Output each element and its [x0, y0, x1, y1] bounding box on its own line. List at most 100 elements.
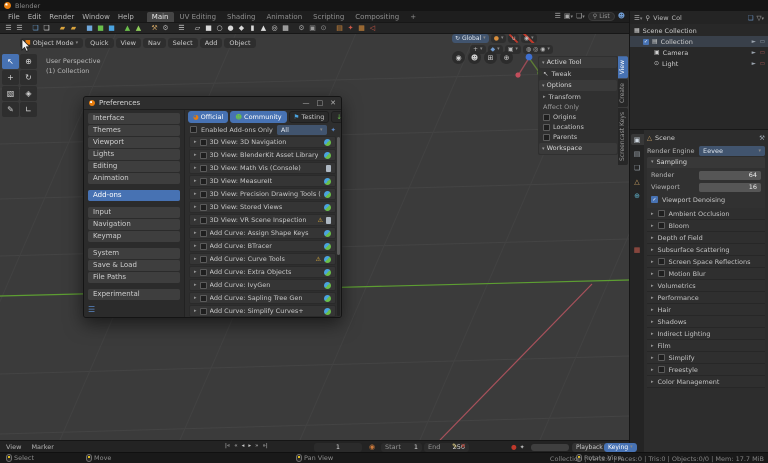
expand-icon[interactable]: ▸	[194, 165, 197, 171]
addon-enable-checkbox[interactable]	[200, 308, 207, 315]
render-section-row[interactable]: ▸ Subsurface Scattering	[647, 244, 765, 256]
rotate-tool[interactable]: ↻	[20, 70, 37, 85]
clear-icon[interactable]: ✕	[460, 442, 465, 450]
workspace-tab[interactable]: Animation	[261, 12, 307, 22]
camera-row[interactable]: ✓ ▣ Camera ► ▭	[630, 47, 768, 58]
play-button[interactable]: ▸	[247, 442, 252, 451]
render-section-row[interactable]: ▸ Film	[647, 340, 765, 352]
mesh-uvsphere-icon[interactable]: ●	[225, 23, 236, 33]
section-checkbox[interactable]	[658, 366, 665, 373]
render-section-row[interactable]: ▸ Volumetrics	[647, 280, 765, 292]
minimize-button[interactable]: —	[303, 99, 310, 107]
viewport-menu-item[interactable]: Select	[168, 38, 198, 48]
addon-enable-checkbox[interactable]	[200, 191, 207, 198]
save-icon[interactable]: ■	[84, 23, 95, 33]
lattice-icon[interactable]: ▤	[334, 23, 345, 33]
render-section-row[interactable]: ▸ Motion Blur	[647, 268, 765, 280]
section-checkbox[interactable]	[658, 258, 665, 265]
install-button[interactable]: ↓Install...	[331, 111, 342, 123]
document-icon[interactable]	[326, 165, 331, 172]
scale-tool[interactable]: ▧	[2, 86, 19, 101]
viewport-menu-item[interactable]: View	[116, 38, 141, 48]
preferences-sidebar-item[interactable]: Animation	[88, 173, 180, 184]
menu-item[interactable]: Window	[78, 12, 114, 22]
checkbox[interactable]	[543, 134, 550, 141]
addon-row[interactable]: ▸ Add Curve: Assign Shape Keys ⚠	[189, 227, 336, 239]
preferences-sidebar-item[interactable]: Experimental	[88, 289, 180, 300]
transform-subsection[interactable]: ▸Transform	[538, 92, 618, 102]
category-dropdown[interactable]: All▾	[277, 125, 327, 135]
close-button[interactable]: ✕	[330, 99, 336, 107]
speaker-icon[interactable]: ◁	[367, 23, 378, 33]
section-checkbox[interactable]	[658, 222, 665, 229]
n-panel-tab[interactable]: Create	[618, 79, 628, 107]
preferences-sidebar-item[interactable]: Navigation	[88, 219, 180, 230]
viewport-menu-item[interactable]: Quick	[85, 38, 113, 48]
n-panel-tab[interactable]: Screencast Keys	[618, 108, 628, 165]
render-section-row[interactable]: ▸ Simplify	[647, 352, 765, 364]
viewport-menu-item[interactable]: Object	[224, 38, 255, 48]
preferences-titlebar[interactable]: Preferences — □ ✕	[84, 97, 341, 110]
timeline-menu-item[interactable]: Marker	[31, 443, 53, 451]
workspace-tab[interactable]: Scripting	[308, 12, 349, 22]
preferences-sidebar-item[interactable]: Lights	[88, 149, 180, 160]
folder-open-icon[interactable]: ▰	[68, 23, 79, 33]
preferences-menu-icon[interactable]: ☰	[88, 305, 95, 314]
search-field[interactable]: ⚲List	[588, 12, 615, 21]
select-toggle-icon[interactable]: ►	[752, 50, 756, 56]
camera-icon[interactable]: ▣	[307, 23, 318, 33]
cursor-tool[interactable]: ⊕	[20, 54, 37, 69]
maximize-button[interactable]: □	[317, 99, 324, 107]
scene-properties-tab[interactable]: △	[631, 176, 644, 187]
expand-icon[interactable]: ▸	[194, 269, 197, 275]
auto-keyframe-icon[interactable]: ◉	[369, 443, 375, 451]
play-reverse-button[interactable]: ◂	[241, 442, 246, 451]
viewport-samples-field[interactable]: 16	[699, 183, 761, 192]
image-icon[interactable]: ▦	[356, 23, 367, 33]
outliner-view-menu[interactable]: View	[653, 14, 668, 22]
addon-enable-checkbox[interactable]	[200, 282, 207, 289]
transform-tool[interactable]: ◈	[20, 86, 37, 101]
render-section-row[interactable]: ▸ Hair	[647, 304, 765, 316]
snap-target-dropdown[interactable]: ●▾	[491, 34, 507, 43]
editor-type-icon[interactable]: ☰▾	[634, 14, 642, 22]
workspace-tab[interactable]: Shading	[222, 12, 260, 22]
render-samples-field[interactable]: 64	[699, 171, 761, 180]
settings-icon[interactable]: ⚙	[160, 23, 171, 33]
tool-settings-icon[interactable]: ⚒	[759, 134, 765, 142]
render-engine-dropdown[interactable]: Eevee▾	[699, 146, 765, 156]
expand-icon[interactable]: ▸	[194, 178, 197, 184]
outliner-filter-icon[interactable]: ▽▾	[756, 14, 764, 22]
new-collection-icon[interactable]: ❏	[748, 14, 754, 22]
tab-community[interactable]: ☻Community	[230, 111, 286, 123]
empty-icon[interactable]: ✦	[345, 23, 356, 33]
outliner-search-icon[interactable]: ⚲	[645, 14, 650, 22]
visibility-toggle-icon[interactable]: ▭	[760, 39, 765, 45]
active-tool-section-header[interactable]: ▾ Active Tool	[539, 57, 617, 68]
preferences-sidebar-item[interactable]: File Paths	[88, 272, 180, 283]
collection-row[interactable]: ✓ ▤ Collection ► ▭	[630, 36, 768, 47]
tab-official[interactable]: ◕Official	[188, 111, 228, 123]
3d-viewport[interactable]: ■ Object Mode▾ QuickViewNavSelectAddObje…	[0, 34, 629, 440]
addon-enable-checkbox[interactable]	[200, 256, 207, 263]
render-section-row[interactable]: ▸ Bloom	[647, 220, 765, 232]
addon-enable-checkbox[interactable]	[200, 178, 207, 185]
addon-row[interactable]: ▸ Add Curve: IvyGen ⚠	[189, 279, 336, 291]
menu-icon[interactable]: ☰	[14, 23, 25, 33]
checkbox[interactable]	[543, 114, 550, 121]
addon-row[interactable]: ▸ Add Curve: Simplify Curves+ ⚠	[189, 305, 336, 317]
addon-enable-checkbox[interactable]	[200, 204, 207, 211]
select-toggle-icon[interactable]: ►	[752, 61, 756, 67]
mesh-icosphere-icon[interactable]: ◆	[236, 23, 247, 33]
workspace-tab[interactable]: Compositing	[350, 12, 404, 22]
viewport-menu-item[interactable]: Nav	[143, 38, 166, 48]
scrollbar[interactable]	[337, 137, 340, 316]
addon-enable-checkbox[interactable]	[200, 230, 207, 237]
addon-enable-checkbox[interactable]	[200, 152, 207, 159]
menu-item[interactable]: Help	[114, 12, 138, 22]
render-section-row[interactable]: ▸ Shadows	[647, 316, 765, 328]
move-tool[interactable]: +	[2, 70, 19, 85]
preferences-sidebar-item[interactable]: Themes	[88, 125, 180, 136]
gears-icon[interactable]: ⚙	[296, 23, 307, 33]
addon-row[interactable]: ▸ 3D View: Math Vis (Console) ⚠	[189, 162, 336, 174]
